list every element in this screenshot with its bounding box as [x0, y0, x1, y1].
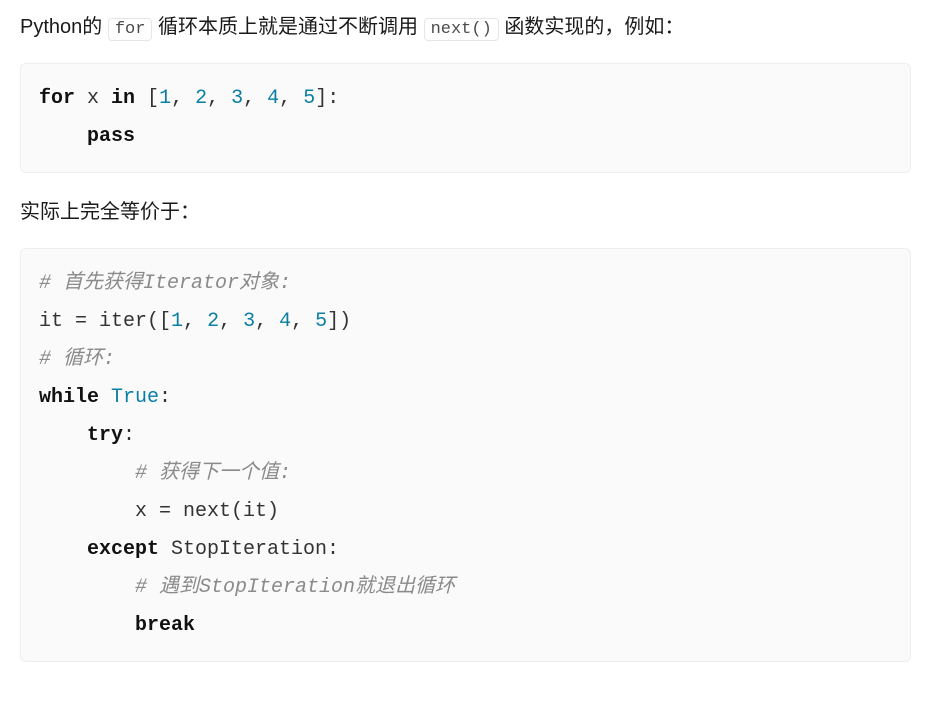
keyword-pass: pass: [87, 125, 135, 148]
comment: # 获得下一个值:: [135, 462, 291, 485]
number-literal: 5: [303, 87, 315, 110]
code-text: x = next(it): [135, 500, 279, 523]
code-pre: # 首先获得Iterator对象: it = iter([1, 2, 3, 4,…: [39, 265, 892, 645]
comment: # 遇到StopIteration就退出循环: [135, 576, 455, 599]
number-literal: 1: [171, 310, 183, 333]
keyword-while: while: [39, 386, 99, 409]
keyword-for: for: [39, 87, 75, 110]
code-block-for-loop: for x in [1, 2, 3, 4, 5]: pass: [20, 63, 911, 173]
code-text: ,: [255, 310, 279, 333]
code-text: x: [75, 87, 111, 110]
number-literal: 3: [231, 87, 243, 110]
code-text: ,: [243, 87, 267, 110]
code-text: it = iter([: [39, 310, 171, 333]
number-literal: 1: [159, 87, 171, 110]
code-text: ,: [279, 87, 303, 110]
code-block-while-loop: # 首先获得Iterator对象: it = iter([1, 2, 3, 4,…: [20, 248, 911, 662]
code-text: :: [159, 386, 171, 409]
keyword-in: in: [111, 87, 135, 110]
code-text: :: [123, 424, 135, 447]
number-literal: 2: [207, 310, 219, 333]
inline-code-for: for: [108, 18, 153, 41]
code-text: ,: [171, 87, 195, 110]
code-text: ]:: [315, 87, 339, 110]
code-text: [99, 386, 111, 409]
keyword-except: except: [87, 538, 159, 561]
comment: # 首先获得Iterator对象:: [39, 272, 291, 295]
code-text: ]): [327, 310, 351, 333]
text: 循环本质上就是通过不断调用: [152, 16, 423, 38]
code-pre: for x in [1, 2, 3, 4, 5]: pass: [39, 80, 892, 156]
number-literal: 2: [195, 87, 207, 110]
document-page: Python的 for 循环本质上就是通过不断调用 next() 函数实现的，例…: [0, 0, 931, 714]
number-literal: 3: [243, 310, 255, 333]
code-text: ,: [207, 87, 231, 110]
inline-code-next: next(): [424, 18, 499, 41]
comment: # 循环:: [39, 348, 115, 371]
code-text: ,: [219, 310, 243, 333]
code-text: [: [135, 87, 159, 110]
code-text: ,: [291, 310, 315, 333]
text: Python的: [20, 16, 108, 38]
code-text: StopIteration:: [159, 538, 339, 561]
number-literal: 4: [267, 87, 279, 110]
number-literal: 4: [279, 310, 291, 333]
text: 函数实现的，例如：: [499, 16, 685, 38]
number-literal: 5: [315, 310, 327, 333]
paragraph-equivalent: 实际上完全等价于：: [20, 195, 911, 230]
keyword-break: break: [135, 614, 195, 637]
keyword-try: try: [87, 424, 123, 447]
code-text: ,: [183, 310, 207, 333]
boolean-literal: True: [111, 386, 159, 409]
paragraph-intro: Python的 for 循环本质上就是通过不断调用 next() 函数实现的，例…: [20, 10, 911, 45]
